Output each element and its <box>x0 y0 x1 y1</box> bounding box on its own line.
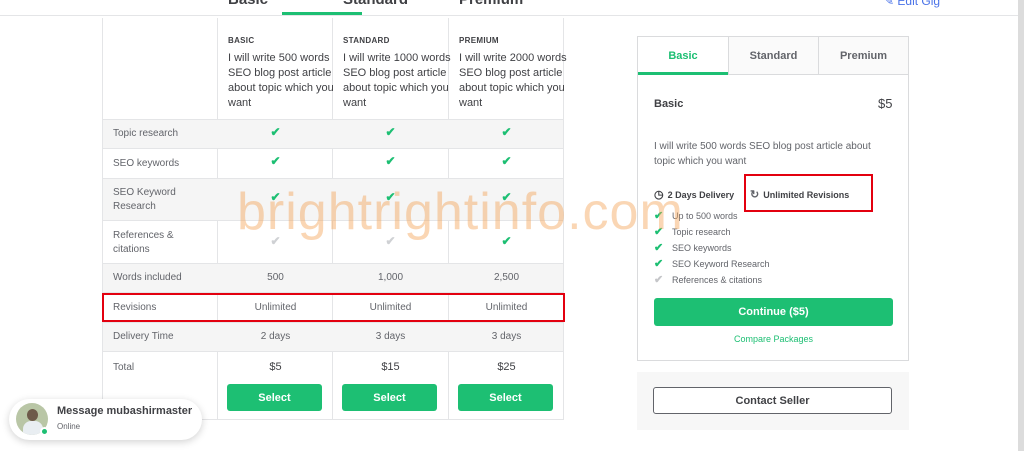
delivery-value: 3 days <box>375 331 406 342</box>
package-heading-basic: Basic <box>228 0 268 18</box>
check-icon: ✔ <box>270 154 281 168</box>
edit-gig-link[interactable]: ✎ Edit Gig <box>884 0 940 8</box>
package-heading-premium: Premium <box>459 0 523 18</box>
row-label: References & citations <box>113 230 174 255</box>
select-standard-button[interactable]: Select <box>342 384 437 411</box>
check-icon: ✔ <box>385 154 396 168</box>
check-icon: ✔ <box>270 125 281 139</box>
feature-item-disabled: ✔ References & citations <box>654 274 763 286</box>
row-label: Delivery Time <box>113 331 174 342</box>
package-description-standard: STANDARD I will write 1000 words SEO blog… <box>343 36 451 109</box>
table-row-seo-keywords: SEO keywords ✔ ✔ ✔ <box>103 148 563 178</box>
tab-basic[interactable]: Basic <box>638 37 728 75</box>
delivery-value: 3 days <box>491 331 522 342</box>
row-label: Words included <box>113 272 182 283</box>
select-premium-button[interactable]: Select <box>458 384 553 411</box>
contact-seller-button[interactable]: Contact Seller <box>653 387 892 414</box>
watermark-text: brightrightinfo.com <box>237 183 684 241</box>
pencil-icon: ✎ <box>884 0 895 8</box>
select-basic-button[interactable]: Select <box>227 384 322 411</box>
message-title: Message mubashirmaster <box>57 405 193 417</box>
price-basic: $5 <box>269 361 282 373</box>
package-description-basic: BASIC I will write 500 words SEO blog pos… <box>228 36 334 109</box>
row-label: Topic research <box>113 128 179 139</box>
table-row-delivery-time: Delivery Time 2 days 3 days 3 days <box>103 322 563 351</box>
compare-packages-link[interactable]: Compare Packages <box>654 334 893 344</box>
message-seller-bubble[interactable]: Message mubashirmaster Online <box>9 399 202 440</box>
package-price: $5 <box>878 96 893 111</box>
delivery-value: 2 days <box>260 331 291 342</box>
online-status-dot <box>40 427 49 436</box>
feature-item: ✔ SEO keywords <box>654 242 732 254</box>
package-description: I will write 500 words SEO blog post art… <box>654 141 871 167</box>
revisions-highlight-box <box>102 293 565 322</box>
tab-standard[interactable]: Standard <box>728 37 818 75</box>
table-row-words-included: Words included 500 1,000 2,500 <box>103 263 563 292</box>
check-icon: ✔ <box>654 258 664 270</box>
words-value: 2,500 <box>493 272 520 283</box>
continue-button[interactable]: Continue ($5) <box>654 298 893 326</box>
scrollbar[interactable] <box>1018 0 1024 451</box>
row-label: SEO Keyword Research <box>113 187 176 212</box>
package-heading-standard: Standard <box>343 0 408 18</box>
package-description-premium: PREMIUM I will write 2000 words SEO blog … <box>459 36 567 109</box>
check-icon-disabled: ✔ <box>654 274 664 286</box>
words-value: 1,000 <box>377 272 404 283</box>
feature-item: ✔ SEO Keyword Research <box>654 258 770 270</box>
check-icon: ✔ <box>501 154 512 168</box>
price-standard: $15 <box>381 361 400 373</box>
table-row-topic-research: Topic research ✔ ✔ ✔ <box>103 119 563 148</box>
active-nav-indicator <box>282 12 362 15</box>
row-label: SEO keywords <box>113 158 180 169</box>
check-icon: ✔ <box>654 242 664 254</box>
check-icon: ✔ <box>385 125 396 139</box>
unlimited-revisions-highlight-box <box>744 174 873 212</box>
contact-seller-section: Contact Seller <box>637 372 909 430</box>
check-icon: ✔ <box>501 125 512 139</box>
price-premium: $25 <box>497 361 516 373</box>
package-title: Basic <box>654 98 684 110</box>
message-status: Online <box>57 422 81 431</box>
words-value: 500 <box>267 272 284 283</box>
row-label: Total <box>113 362 135 373</box>
tab-premium[interactable]: Premium <box>818 37 908 75</box>
